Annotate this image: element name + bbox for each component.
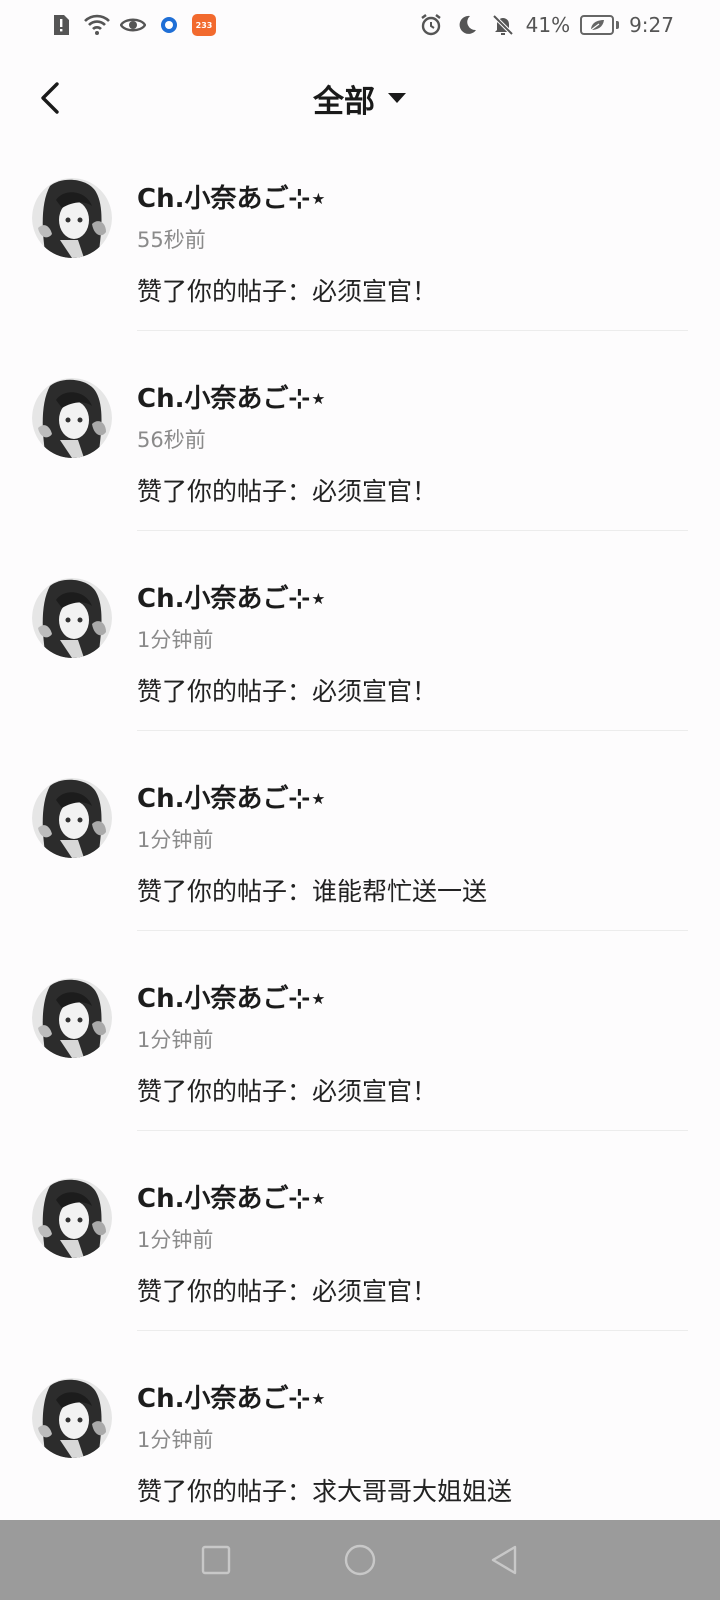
home-button[interactable] [340,1540,380,1580]
status-bar-right: 41% 9:27 [418,12,674,38]
battery-icon [580,15,620,35]
notification-text: 赞了你的帖子：谁能帮忙送一送 [137,877,488,906]
nav-back-button[interactable] [484,1540,524,1580]
avatar[interactable] [32,978,112,1058]
eye-icon [120,12,146,38]
notification-text: 赞了你的帖子：必须宣官！ [137,677,438,706]
divider [137,730,688,731]
username[interactable]: Ch.小奈あご⊹⋆ [137,178,327,215]
avatar[interactable] [32,1378,112,1458]
avatar-image [32,578,112,658]
notification-item[interactable]: Ch.小奈あご⊹⋆ 1分钟前 赞了你的帖子：必须宣官！ [0,560,720,760]
timestamp: 1分钟前 [137,628,214,652]
notification-text: 赞了你的帖子：求大哥哥大姐姐送 [137,1477,513,1506]
username[interactable]: Ch.小奈あご⊹⋆ [137,1378,327,1415]
status-bar: 233 41% 9:27 [0,0,720,50]
app-circle-icon [156,12,182,38]
notification-item[interactable]: Ch.小奈あご⊹⋆ 1分钟前 赞了你的帖子：谁能帮忙送一送 [0,760,720,960]
avatar-image [32,978,112,1058]
avatar[interactable] [32,578,112,658]
timestamp: 1分钟前 [137,1428,214,1452]
clock-time: 9:27 [629,13,674,37]
divider [137,930,688,931]
notification-item[interactable]: Ch.小奈あご⊹⋆ 1分钟前 赞了你的帖子：必须宣官！ [0,960,720,1160]
back-button[interactable] [28,76,72,120]
timestamp: 1分钟前 [137,1228,214,1252]
avatar[interactable] [32,1178,112,1258]
battery-percent: 41% [525,13,571,37]
moon-icon [454,12,480,38]
notifications-screen: 233 41% 9:27 全部 Ch.小奈あご⊹⋆ 55秒前 赞了你的帖子：必须… [0,0,720,1600]
divider [137,1130,688,1131]
username[interactable]: Ch.小奈あご⊹⋆ [137,978,327,1015]
bell-muted-icon [490,12,516,38]
divider [137,330,688,331]
avatar-image [32,378,112,458]
recents-button[interactable] [196,1540,236,1580]
sim-alert-icon [48,12,74,38]
header: 全部 [0,50,720,146]
username[interactable]: Ch.小奈あご⊹⋆ [137,578,327,615]
timestamp: 55秒前 [137,228,206,252]
notification-text: 赞了你的帖子：必须宣官！ [137,1277,438,1306]
avatar[interactable] [32,378,112,458]
avatar-image [32,778,112,858]
home-circle-icon [344,1544,376,1576]
notification-text: 赞了你的帖子：必须宣官！ [137,277,438,306]
wifi-icon [84,12,110,38]
username[interactable]: Ch.小奈あご⊹⋆ [137,378,327,415]
caret-down-icon [388,93,406,103]
username[interactable]: Ch.小奈あご⊹⋆ [137,1178,327,1215]
avatar[interactable] [32,778,112,858]
system-nav-bar [0,1520,720,1600]
timestamp: 1分钟前 [137,828,214,852]
avatar-image [32,178,112,258]
username[interactable]: Ch.小奈あご⊹⋆ [137,778,327,815]
notification-item[interactable]: Ch.小奈あご⊹⋆ 55秒前 赞了你的帖子：必须宣官！ [0,160,720,360]
avatar-image [32,1178,112,1258]
status-bar-left: 233 [48,12,216,38]
back-arrow-icon [41,82,59,114]
notification-item[interactable]: Ch.小奈あご⊹⋆ 1分钟前 赞了你的帖子：必须宣官！ [0,1160,720,1360]
alarm-icon [418,12,444,38]
back-triangle-icon [491,1545,517,1575]
divider [137,1330,688,1331]
divider [137,530,688,531]
timestamp: 56秒前 [137,428,206,452]
notification-item[interactable]: Ch.小奈あご⊹⋆ 56秒前 赞了你的帖子：必须宣官！ [0,360,720,560]
avatar-image [32,1378,112,1458]
app-233-icon: 233 [192,14,216,36]
notification-list: Ch.小奈あご⊹⋆ 55秒前 赞了你的帖子：必须宣官！ Ch.小奈あご⊹⋆ 56… [0,160,720,1560]
page-title: 全部 [313,83,375,120]
timestamp: 1分钟前 [137,1028,214,1052]
notification-text: 赞了你的帖子：必须宣官！ [137,1077,438,1106]
recents-square-icon [201,1545,231,1575]
filter-dropdown[interactable]: 全部 [313,76,407,121]
avatar[interactable] [32,178,112,258]
notification-text: 赞了你的帖子：必须宣官！ [137,477,438,506]
